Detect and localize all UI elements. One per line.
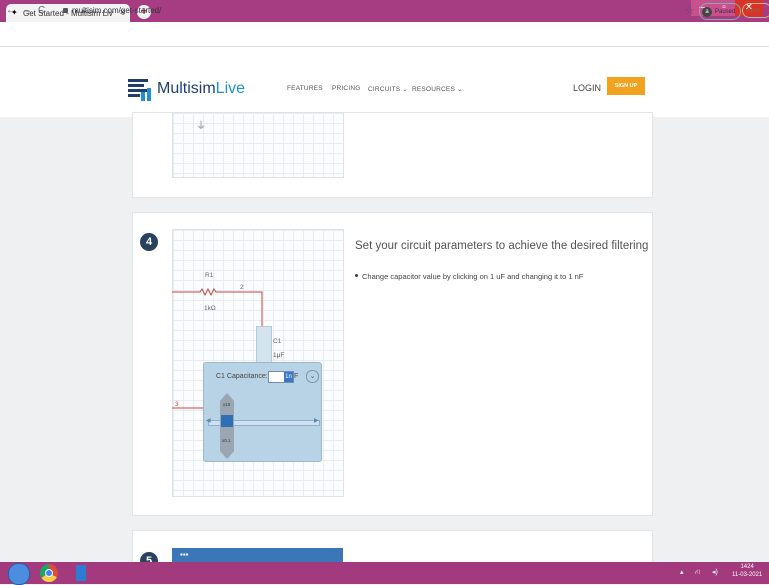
nav-resources-label: RESOURCES [412,86,455,93]
popup-close-icon[interactable]: ⌄ [306,370,319,383]
nav-features[interactable]: FEATURES [287,85,323,92]
lock-icon [63,8,68,13]
file-explorer-icon[interactable] [76,565,86,581]
back-arrow-icon[interactable]: ← [6,5,16,16]
c1-selection-highlight [256,326,272,364]
node-2-label: 2 [240,284,244,291]
network-icon[interactable]: ⛙ [695,568,700,577]
error-button[interactable]: Error [742,3,769,18]
nav-pricing[interactable]: PRICING [332,85,361,92]
chrome-center-icon [45,569,53,577]
step4-title: Set your circuit parameters to achieve t… [355,240,649,252]
login-link[interactable]: LOGIN [573,83,601,93]
knob-top-label: x10 [223,402,231,407]
start-button[interactable] [8,563,30,585]
capacitance-selected-text: 1n [284,372,293,382]
r1-label: R1 [205,272,214,279]
profile-paused-button[interactable]: a Paused [699,3,741,20]
slider-left-arrow-icon[interactable]: ◀ [206,417,211,424]
capacitance-input[interactable]: 1n [268,371,294,383]
bookmark-star-icon[interactable]: ☆ [685,4,695,17]
multisim-logo-icon[interactable] [128,79,154,101]
signup-button[interactable]: SIGN UP [607,77,645,95]
taskbar-clock[interactable]: 1424 11-03-2021 [732,563,762,579]
ground-icon: ⏚ [196,121,206,132]
bullet-dot [355,274,358,277]
c1-value[interactable]: 1μF [273,352,284,359]
knob-bottom-label: x0.1 [222,438,231,443]
windows-taskbar [0,562,769,584]
volume-icon[interactable]: ◂) [712,568,718,576]
step4-number: 4 [140,233,158,251]
reload-icon[interactable]: C [38,5,45,16]
site-header [0,47,769,117]
clock-date: 11-03-2021 [732,572,763,578]
clock-time: 1424 [740,564,754,570]
logo-main: Multisim [157,80,216,97]
step4-instruction: Change capacitor value by clicking on 1 … [362,272,584,281]
chevron-down-icon: ⌄ [402,86,408,93]
capacitance-label: C1 Capacitance: [216,373,268,380]
tray-expand-icon[interactable]: ▴ [680,568,684,576]
logo-accent: Live [215,80,246,97]
chevron-down-icon: ⌄ [457,86,463,93]
url-field[interactable]: multisim.com/get-started/ [72,6,161,15]
paused-label: Paused [715,8,736,15]
c1-label: C1 [273,338,282,345]
forward-arrow-icon[interactable]: → [22,5,32,16]
slider-right-arrow-icon[interactable]: ▶ [314,417,319,424]
nav-circuits-label: CIRCUITS [368,86,401,93]
node-3-label: 3 [175,401,179,408]
nav-circuits[interactable]: CIRCUITS ⌄ [368,85,408,93]
site-logo[interactable]: MultisimLive [157,80,245,98]
address-bar [0,22,769,47]
r1-value: 1kΩ [204,305,216,312]
knob-handle[interactable] [221,415,233,427]
nav-resources[interactable]: RESOURCES ⌄ [412,85,463,93]
capacitance-unit: F [294,373,299,380]
avatar: a [702,6,712,17]
